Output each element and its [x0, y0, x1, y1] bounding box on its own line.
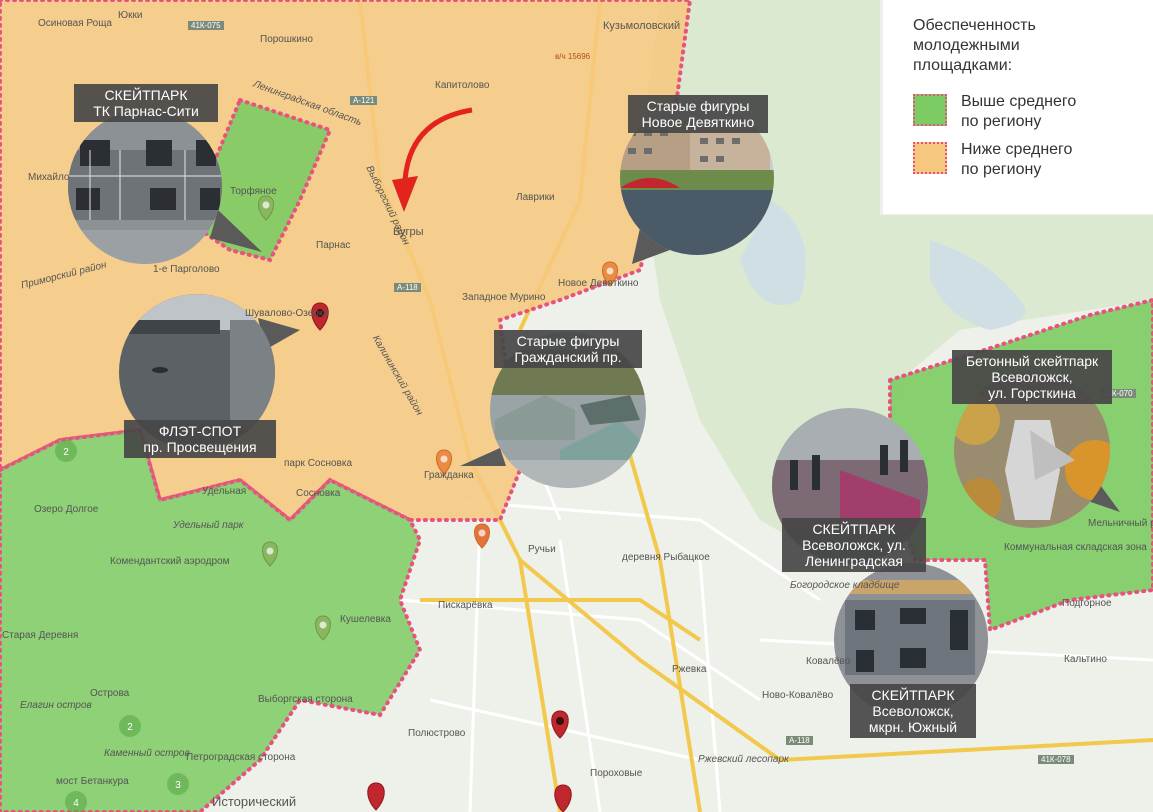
road-shield: 41К-078 — [1038, 755, 1074, 764]
place-label: Кальтино — [1064, 654, 1107, 665]
place-label: Торфяное — [230, 186, 277, 197]
spot-label-leningradskaya: СКЕЙТПАРК Всеволожск, ул. Ленинградская — [782, 518, 926, 572]
road-shield: А-118 — [394, 283, 421, 292]
legend-label: Ниже среднего по региону — [961, 141, 1073, 178]
place-label: Выборгская сторона — [258, 694, 353, 705]
place-label: Удельная — [202, 486, 247, 497]
spot-label-prosveshcheniya: ФЛЭТ-СПОТ пр. Просвещения — [124, 420, 276, 458]
spot-label-grazhdansky: Старые фигуры Гражданский пр. — [494, 330, 642, 368]
place-label: Ново-Ковалёво — [762, 690, 834, 701]
place-label: Богородское кладбище — [790, 580, 900, 591]
place-label: Мельничный ручей — [1088, 518, 1153, 529]
place-label: Михайло — [28, 172, 70, 183]
place-label: Подгорное — [1062, 598, 1112, 609]
spot-label-yuzhny: СКЕЙТПАРК Всеволожск, мкрн. Южный — [850, 684, 976, 738]
place-label: Коммунальная складская зона — [1004, 542, 1147, 553]
place-label: Гражданка — [424, 470, 474, 481]
place-label: Новое Девяткино — [558, 278, 639, 289]
cluster-count: 2 — [63, 447, 69, 458]
place-label: в/ч 15696 — [555, 52, 591, 61]
place-label: Лаврики — [516, 192, 555, 203]
place-label: Кузьмоловский — [603, 20, 681, 32]
road-shield: А-121 — [350, 96, 378, 105]
place-label: Ржевка — [672, 664, 707, 675]
legend-title: Обеспеченность молодежными площадками: — [913, 17, 1036, 74]
road-shield: 41К-075 — [188, 21, 224, 30]
spot-label-parnas-city: СКЕЙТПАРК ТК Парнас-Сити — [74, 84, 218, 122]
place-label: мост Бетанкура — [56, 776, 129, 787]
place-label: Шувалово-Озерки — [245, 308, 329, 319]
place-label: Каменный остров — [104, 748, 190, 759]
place-label: Парнас — [316, 240, 351, 251]
cluster-marker[interactable]: 4 — [65, 791, 87, 812]
place-label: деревня Рыбацкое — [622, 552, 710, 563]
place-label: Капитолово — [435, 80, 490, 91]
place-label: Удельный парк — [173, 520, 244, 531]
place-label: Исторический — [212, 794, 297, 809]
cluster-marker[interactable]: 3 — [167, 773, 189, 795]
cluster-marker[interactable]: 2 — [119, 715, 141, 737]
legend-label: Выше среднего по региону — [961, 93, 1077, 130]
place-label: Порошкино — [260, 34, 313, 45]
legend-item-above-average: Выше среднего по региону — [913, 92, 1135, 132]
place-label: Острова — [90, 688, 130, 699]
place-label: 1-е Парголово — [153, 264, 220, 275]
cluster-count: 4 — [73, 798, 79, 809]
legend-item-below-average: Ниже среднего по региону — [913, 140, 1135, 180]
road-shield: А-118 — [786, 736, 813, 745]
place-label: Осиновая Роща — [38, 18, 112, 29]
place-label: Ручьи — [528, 544, 556, 555]
legend-swatch-orange — [913, 142, 947, 174]
cluster-marker[interactable]: 2 — [55, 440, 77, 462]
place-label: Пискарёвка — [438, 600, 493, 611]
place-label: Пороховые — [590, 768, 643, 779]
place-label: Сосновка — [296, 488, 341, 499]
place-label: Ковалёво — [806, 656, 851, 667]
place-label: Петроградская сторона — [186, 752, 296, 763]
legend-swatch-green — [913, 94, 947, 126]
place-label: Старая Деревня — [2, 630, 79, 641]
map-legend: Обеспеченность молодежными площадками: В… — [883, 0, 1153, 214]
spot-label-gorstkina: Бетонный скейтпарк Всеволожск, ул. Горст… — [952, 350, 1112, 404]
cluster-count: 2 — [127, 722, 133, 733]
place-label: Озеро Долгое — [34, 504, 99, 515]
cluster-count: 3 — [175, 780, 181, 791]
place-label: Ржевский лесопарк — [698, 754, 789, 765]
place-label: Кушелевка — [340, 614, 391, 625]
place-label: Комендантский аэродром — [110, 556, 230, 567]
place-label: Елагин остров — [20, 700, 92, 711]
place-label: парк Сосновка — [284, 458, 353, 469]
spot-label-novoe-devyatkino: Старые фигуры Новое Девяткино — [628, 95, 768, 133]
place-label: Юкки — [118, 10, 143, 21]
place-label: Полюстрово — [408, 728, 466, 739]
place-label: Западное Мурино — [462, 292, 546, 303]
